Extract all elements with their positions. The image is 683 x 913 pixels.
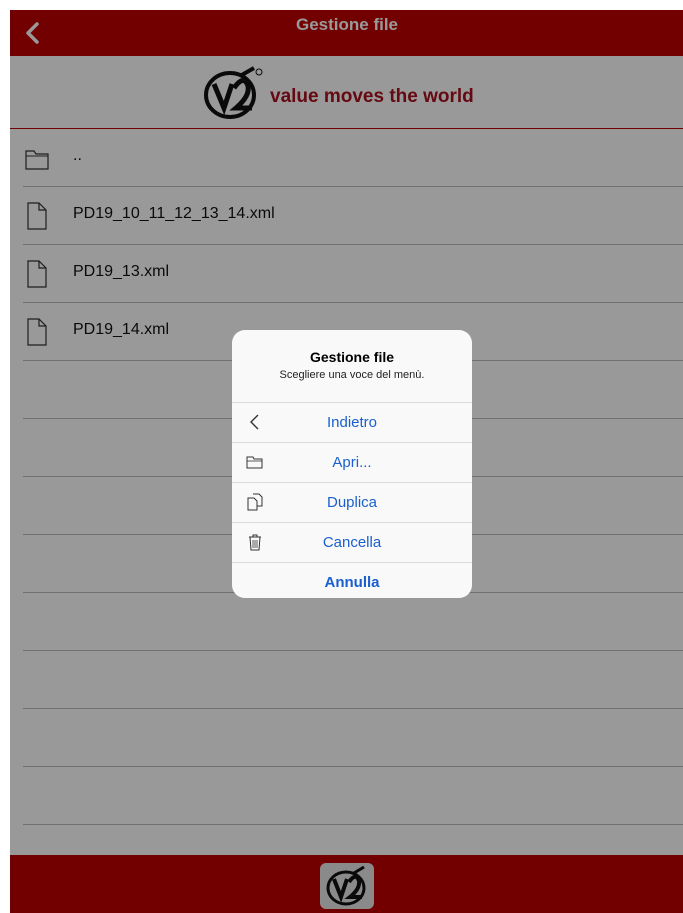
duplicate-option-button[interactable]: Duplica — [232, 483, 472, 523]
folder-icon — [246, 456, 263, 469]
option-label: Duplica — [326, 494, 378, 511]
trash-icon — [249, 534, 261, 551]
dialog-title: Gestione file — [309, 349, 395, 365]
delete-option-button[interactable]: Cancella — [232, 523, 472, 563]
action-sheet-dialog: Gestione file Scegliere una voce del men… — [232, 330, 472, 598]
cancel-button[interactable]: Annulla — [232, 563, 472, 598]
dialog-subtitle: Scegliere una voce del menù. — [279, 369, 425, 381]
option-label: Cancella — [322, 534, 382, 551]
app-window: Gestione file value moves the world .. P… — [10, 10, 683, 913]
option-label: Indietro — [326, 414, 378, 431]
open-option-button[interactable]: Apri... — [232, 443, 472, 483]
option-label: Apri... — [332, 454, 372, 471]
back-option-button[interactable]: Indietro — [232, 403, 472, 443]
chevron-left-icon — [250, 414, 259, 430]
dialog-header: Gestione file Scegliere una voce del men… — [232, 330, 472, 403]
duplicate-icon — [247, 493, 263, 511]
